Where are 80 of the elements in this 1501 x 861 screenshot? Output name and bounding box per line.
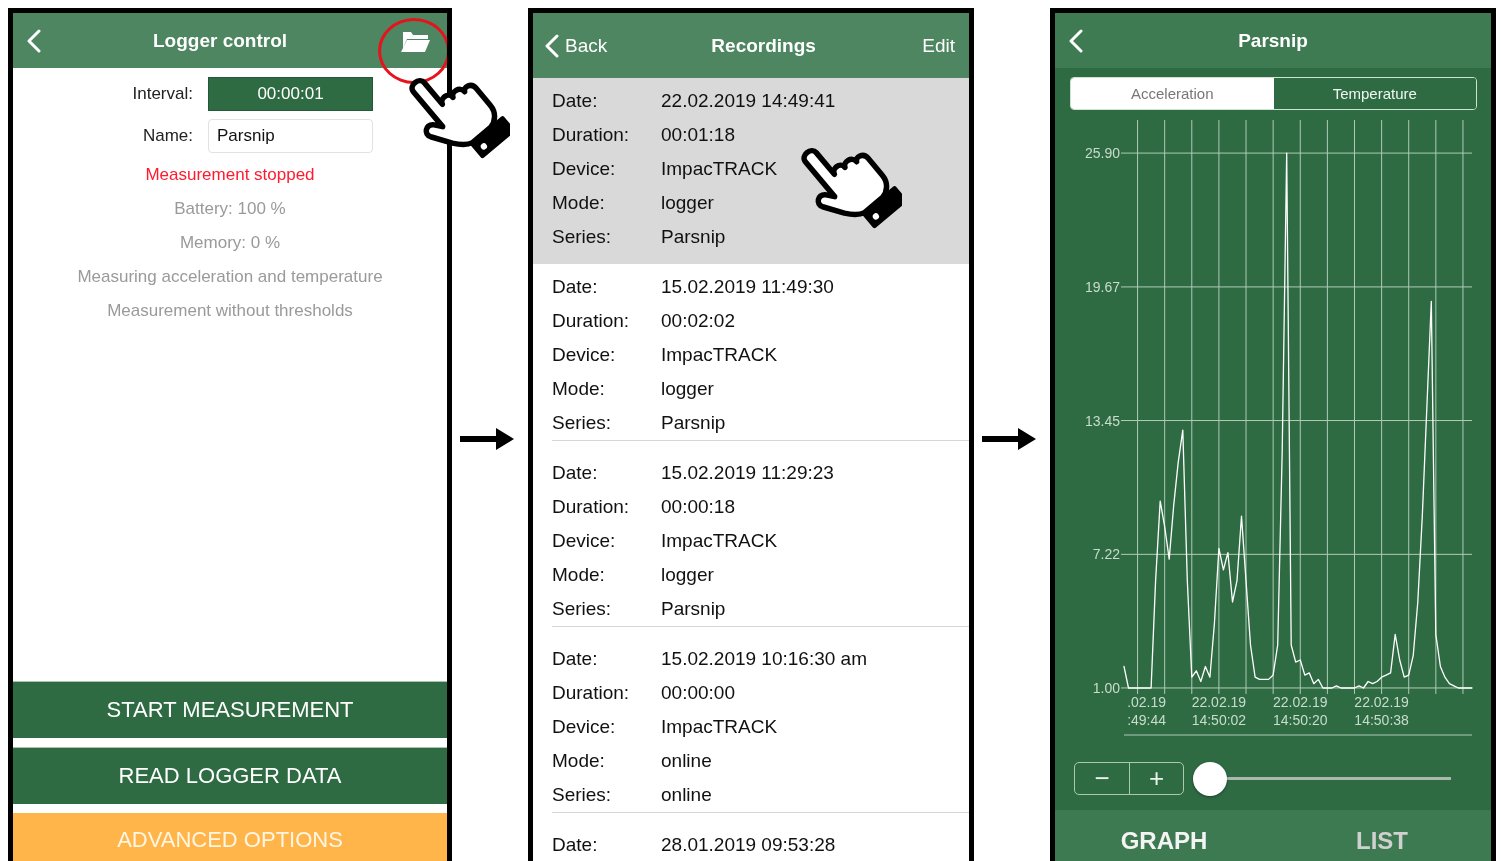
screen-title: Parsnip (1237, 29, 1309, 52)
axis-label: 22.02.19 14:50:38 (1354, 694, 1409, 728)
field-label: Interval: (131, 84, 193, 104)
field-value: Parsnip (661, 412, 726, 434)
field-label: Device: (552, 158, 617, 180)
field-value: 00:01:18 (661, 124, 735, 146)
field-label: Date: (552, 834, 599, 856)
info-text: Measuring acceleration and temperature (76, 266, 384, 288)
field-value: ImpacTRACK (661, 344, 778, 366)
field-value: ImpacTRACK (661, 716, 778, 738)
edit-link[interactable]: Edit (922, 34, 955, 57)
axis-label: 13.45 (1084, 412, 1120, 429)
status-text: Measurement stopped (144, 164, 316, 186)
field-value: Parsnip (661, 598, 726, 620)
axis-label: 22.02.19 14:50:02 (1191, 694, 1247, 728)
zoom-out-button[interactable]: − (1075, 762, 1129, 794)
field-label: Device: (552, 530, 617, 552)
field-value: 15.02.2019 11:49:30 (661, 276, 834, 298)
field-value: Parsnip (661, 226, 726, 248)
field-value: 15.02.2019 10:16:30 am (661, 648, 867, 670)
axis-label: 1.00 (1092, 679, 1120, 696)
field-value: 00:02:02 (661, 310, 735, 332)
field-value: logger (661, 192, 714, 214)
field-value: 15.02.2019 11:29:23 (661, 462, 834, 484)
axis-label: .02.19 :49:44 (1127, 694, 1167, 728)
screen-title: Logger control (151, 29, 289, 52)
segment-tab[interactable]: Acceleration (1071, 78, 1274, 109)
field-label: Name: (141, 126, 193, 146)
field-label: Mode: (552, 564, 606, 586)
field-label: Series: (552, 226, 613, 248)
zoom-slider[interactable] (1193, 761, 1451, 795)
field-value: 00:00:00 (661, 682, 735, 704)
back-icon[interactable] (545, 33, 559, 58)
field-label: Mode: (552, 192, 606, 214)
field-label: Series: (552, 412, 613, 434)
right-arrow-icon (460, 427, 514, 450)
field-value: 28.01.2019 09:53:28 (661, 834, 836, 856)
info-text: Measurement without thresholds (106, 300, 354, 322)
zoom-in-button[interactable]: + (1129, 762, 1183, 794)
axis-label: 25.90 (1084, 145, 1120, 162)
name-field[interactable]: Parsnip (208, 119, 373, 153)
field-value: online (661, 784, 712, 806)
back-icon[interactable] (1069, 28, 1083, 53)
field-label: Mode: (552, 750, 606, 772)
slider-thumb[interactable] (1193, 761, 1227, 796)
field-label: Series: (552, 598, 613, 620)
field-label: Series: (552, 784, 613, 806)
back-icon[interactable] (27, 28, 41, 53)
action-button[interactable]: READ LOGGER DATA (13, 747, 447, 804)
field-label: Duration: (552, 496, 631, 518)
field-label: Date: (552, 462, 599, 484)
field-value: logger (661, 378, 714, 400)
field-value: online (661, 750, 712, 772)
bottom-tab[interactable]: LIST (1273, 810, 1491, 861)
field-value: ImpacTRACK (661, 530, 778, 552)
screen-title: Recordings (710, 34, 817, 57)
field-label: Date: (552, 90, 599, 112)
field-value: 22.02.2019 14:49:41 (661, 90, 836, 112)
axis-label: 19.67 (1084, 278, 1120, 295)
field-label: Device: (552, 716, 617, 738)
axis-label: 7.22 (1092, 546, 1120, 563)
field-value: logger (661, 564, 714, 586)
info-text: Battery: 100 % (173, 198, 287, 220)
axis-label: 22.02.19 14:50:20 (1273, 694, 1328, 728)
recording-item[interactable]: Date: 22.02.2019 14:49:41 Duration: 00:01:18 Device: ImpacTRACK Mode: logger Series: Parsnip (533, 78, 969, 264)
field-label: Date: (552, 648, 599, 670)
field-value: ImpacTRACK (661, 158, 778, 180)
field-label: Mode: (552, 378, 606, 400)
field-label: Date: (552, 276, 599, 298)
field-label: Duration: (552, 682, 631, 704)
right-arrow-icon (982, 427, 1036, 450)
back-link[interactable]: Back (565, 34, 608, 57)
field-label: Device: (552, 344, 617, 366)
info-text: Memory: 0 % (178, 232, 282, 254)
field-label: Duration: (552, 310, 631, 332)
action-button[interactable]: START MEASUREMENT (13, 681, 447, 738)
bottom-tab[interactable]: GRAPH (1055, 810, 1273, 861)
interval-picker[interactable]: 00:00:01 (208, 77, 373, 111)
field-value: 00:00:18 (661, 496, 735, 518)
field-label: Duration: (552, 124, 631, 146)
